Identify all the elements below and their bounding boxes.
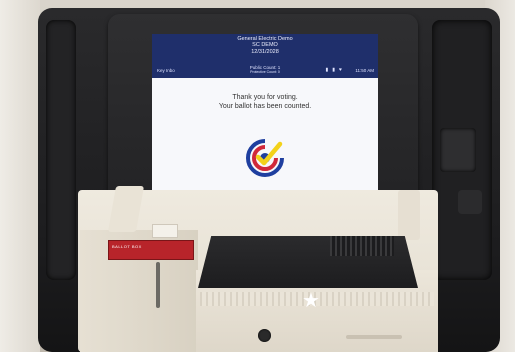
wifi-icon: ♥ xyxy=(339,67,346,73)
red-label-text: BALLOT BOX xyxy=(112,244,142,249)
power-button[interactable] xyxy=(258,329,271,342)
touch-screen[interactable]: General Electric Demo SC DEMO 12/31/2028… xyxy=(152,34,378,204)
vote-check-logo-icon xyxy=(246,139,284,177)
paper-guide-right xyxy=(398,190,420,240)
ballot-slot[interactable] xyxy=(156,262,160,308)
case-hinge-left xyxy=(46,20,76,280)
red-warning-label xyxy=(108,240,194,260)
clock: 11:50 AM xyxy=(355,68,374,73)
election-title: General Electric Demo xyxy=(237,36,293,42)
ballot-counted-line: Your ballot has been counted. xyxy=(218,102,312,110)
tray-grip xyxy=(330,236,394,256)
case-latch-lower xyxy=(458,190,482,214)
status-left-label: Key Inbo xyxy=(157,68,175,73)
thank-you-message: Thank you for voting. Your ballot has be… xyxy=(152,94,378,111)
status-bar: Key Inbo Public Count: 1 Protective Coun… xyxy=(152,64,378,78)
thank-you-line: Thank you for voting. xyxy=(232,94,298,101)
card-slot[interactable] xyxy=(346,335,402,339)
count-status: Public Count: 1 Protective Count: 0 xyxy=(232,65,298,75)
background-wall-left xyxy=(0,0,40,352)
paper-tab xyxy=(152,224,178,238)
case-latch xyxy=(440,128,476,172)
screen-header: General Electric Demo SC DEMO 12/31/2028… xyxy=(152,34,378,78)
voting-machine-photo: General Electric Demo SC DEMO 12/31/2028… xyxy=(0,0,515,352)
star-emblem-icon: ★ xyxy=(302,290,320,312)
protective-count: Protective Count: 0 xyxy=(250,70,280,74)
status-icons: ▮▮♥ xyxy=(326,67,347,73)
election-date: 12/31/2028 xyxy=(251,48,279,55)
